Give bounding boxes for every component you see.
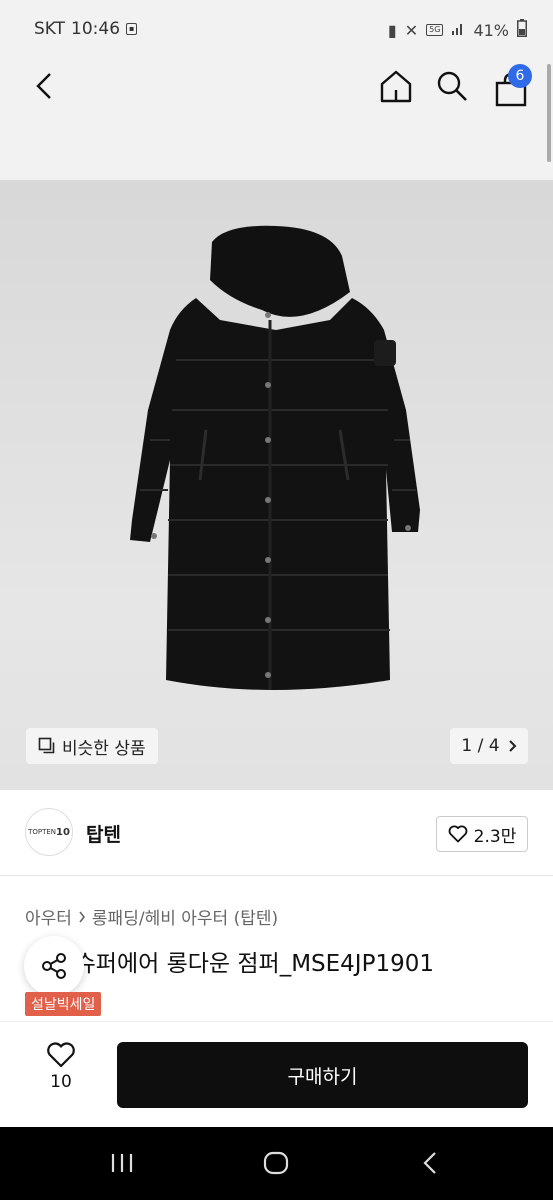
brand-logo-number: 10 (56, 826, 70, 838)
product-image-gallery[interactable]: 비슷한 상품 1 / 4 (0, 180, 553, 790)
carrier: SKT (34, 19, 66, 39)
bottom-action-bar: 10 구매하기 (0, 1021, 553, 1127)
similar-products-label: 비슷한 상품 (62, 738, 146, 759)
status-right: ▮ ✕ 5G 41% (388, 19, 527, 41)
recent-apps-button[interactable] (102, 1145, 142, 1181)
copy-icon (38, 737, 55, 754)
battery-percent: 41% (473, 20, 509, 40)
brand-like-count: 2.3만 (473, 826, 517, 847)
brand-logo-text: TOPTEN (28, 828, 57, 836)
brand-like-button[interactable]: 2.3만 (436, 816, 528, 852)
wishlist-button[interactable]: 10 (32, 1042, 90, 1092)
signal-icon (451, 21, 465, 40)
chevron-right-icon (79, 911, 85, 922)
share-icon (42, 953, 66, 979)
heart-icon (47, 1042, 75, 1068)
clock: 10:46 (71, 19, 121, 39)
home-button[interactable] (376, 64, 416, 108)
cart-button[interactable]: 6 (488, 62, 534, 110)
recent-apps-icon (111, 1154, 133, 1172)
sale-badge: 설날빅세일 (25, 992, 102, 1016)
battery-saver-icon: ▮ (387, 20, 397, 40)
status-left: SKT 10:46 ▪ (34, 19, 138, 39)
product-photo-long-down-jacket (130, 225, 420, 690)
buy-button[interactable]: 구매하기 (117, 1042, 528, 1108)
heart-icon (448, 825, 468, 843)
network-icon: 5G (426, 24, 444, 36)
brand-row: TOPTEN 10 탑텐 2.3만 (0, 790, 553, 876)
system-navigation-bar (0, 1127, 553, 1200)
chevron-right-icon (508, 740, 516, 752)
product-title: 남성 슈퍼에어 롱다운 점퍼_MSE4JP1901 (25, 944, 535, 978)
wishlist-count: 10 (50, 1072, 72, 1092)
image-pager[interactable]: 1 / 4 (450, 728, 528, 764)
status-bar: SKT 10:46 ▪ ▮ ✕ 5G 41% (0, 0, 553, 60)
back-button[interactable] (26, 66, 62, 106)
cart-count-badge: 6 (508, 64, 532, 88)
similar-products-button[interactable]: 비슷한 상품 (26, 728, 158, 764)
scrollbar[interactable] (547, 64, 551, 162)
share-button[interactable] (24, 936, 84, 996)
back-system-button[interactable] (410, 1145, 450, 1181)
search-icon (437, 71, 467, 101)
chevron-left-icon (423, 1152, 436, 1174)
mute-icon: ✕ (404, 20, 419, 40)
top-navigation: 6 (0, 60, 553, 180)
home-circle-icon (263, 1151, 289, 1175)
home-icon (380, 70, 412, 103)
home-system-button[interactable] (256, 1145, 296, 1181)
brand-name[interactable]: 탑텐 (86, 820, 121, 847)
notification-icon: ▪ (126, 23, 138, 35)
product-title-text: 슈퍼에어 롱다운 점퍼_MSE4JP1901 (74, 951, 434, 977)
brand-logo[interactable]: TOPTEN 10 (25, 808, 73, 856)
breadcrumb: 아우터 롱패딩/헤비 아우터 (탑텐) (25, 904, 278, 929)
breadcrumb-item-subcategory[interactable]: 롱패딩/헤비 아우터 (탑텐) (92, 904, 278, 929)
chevron-left-icon (36, 73, 51, 99)
breadcrumb-item-category[interactable]: 아우터 (25, 904, 72, 929)
battery-icon (517, 19, 527, 41)
search-button[interactable] (432, 64, 472, 108)
pager-text: 1 / 4 (461, 736, 500, 756)
